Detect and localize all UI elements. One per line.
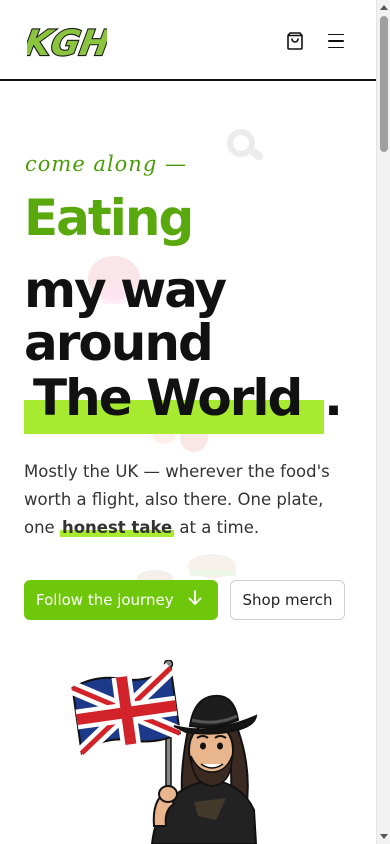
- hamburger-menu-icon[interactable]: [323, 28, 349, 54]
- scroll-down-arrow-icon[interactable]: [380, 834, 388, 839]
- desc-highlight: honest take: [59, 518, 175, 537]
- background-magnifier-doodle: [226, 128, 268, 170]
- desc-text-end: at a time.: [174, 518, 260, 537]
- cartoon-man-with-uk-flag: [66, 659, 266, 844]
- svg-text:KGH: KGH: [27, 23, 107, 63]
- headline-around: around: [24, 314, 214, 372]
- headline-the-world: The World: [33, 369, 303, 427]
- scrollbar-thumb[interactable]: [380, 16, 388, 152]
- headline-period: .: [324, 369, 343, 427]
- hero-kicker: come along —: [25, 152, 187, 176]
- arrow-down-icon: [186, 589, 204, 611]
- headline-my-way: my way: [24, 261, 227, 319]
- kgh-logo[interactable]: KGH: [20, 17, 115, 65]
- shop-merch-button[interactable]: Shop merch: [230, 580, 345, 620]
- site-header: KGH: [0, 0, 376, 81]
- scrollbar[interactable]: [376, 0, 390, 844]
- follow-journey-label: Follow the journey: [36, 591, 174, 609]
- shopping-bag-icon[interactable]: [282, 28, 308, 54]
- hero-description: Mostly the UK — wherever the food's wort…: [24, 458, 354, 542]
- scroll-up-arrow-icon[interactable]: [380, 5, 388, 10]
- follow-journey-button[interactable]: Follow the journey: [24, 580, 218, 620]
- headline-eating: Eating: [24, 189, 194, 247]
